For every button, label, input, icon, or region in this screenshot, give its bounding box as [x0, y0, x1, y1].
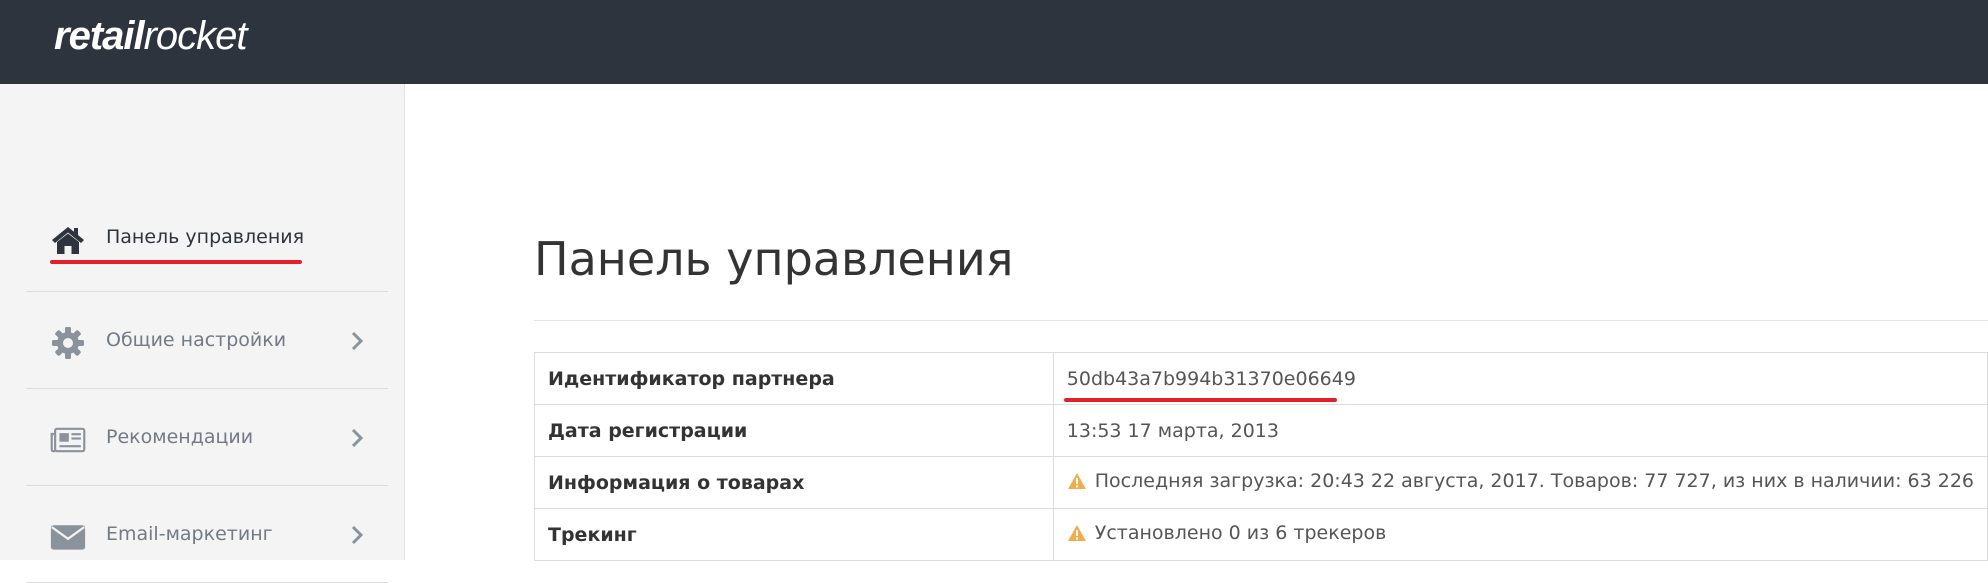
table-row: Дата регистрации 13:53 17 марта, 2013 — [534, 404, 1988, 457]
top-navbar: retailrocket — [0, 0, 1988, 84]
chevron-right-icon — [350, 525, 364, 545]
row-value-tracking: Установлено 0 из 6 трекеров — [1052, 508, 1988, 561]
row-value-registration-date: 13:53 17 марта, 2013 — [1052, 404, 1988, 457]
active-underline — [50, 260, 302, 264]
row-value-product-info: Последняя загрузка: 20:43 22 августа, 20… — [1052, 456, 1988, 509]
logo-text-light: rocket — [143, 14, 248, 58]
sidebar-item-dashboard[interactable]: Панель управления — [26, 196, 388, 292]
row-key-tracking: Трекинг — [534, 508, 1054, 561]
account-info-table: Идентификатор партнера 50db43a7b994b3137… — [534, 352, 1988, 561]
tracking-text: Установлено 0 из 6 трекеров — [1094, 522, 1387, 544]
sidebar-item-label: Рекомендации — [106, 426, 254, 448]
page-title: Панель управления — [534, 232, 1014, 286]
envelope-icon — [50, 521, 86, 553]
table-row: Информация о товарах Последняя загрузка:… — [534, 456, 1988, 509]
product-info-text: Последняя загрузка: 20:43 22 августа, 20… — [1094, 470, 1974, 492]
row-value-partner-id[interactable]: 50db43a7b994b31370e06649 — [1052, 352, 1988, 405]
sidebar-item-general-settings[interactable]: Общие настройки — [26, 293, 388, 389]
row-key-registration-date: Дата регистрации — [534, 404, 1054, 457]
partner-id-value[interactable]: 50db43a7b994b31370e06649 — [1063, 367, 1356, 402]
row-key-product-info: Информация о товарах — [534, 456, 1054, 509]
gear-icon — [50, 327, 86, 359]
home-icon — [50, 224, 86, 256]
table-row: Трекинг Установлено 0 из 6 трекеров — [534, 508, 1988, 561]
table-row: Идентификатор партнера 50db43a7b994b3137… — [534, 352, 1988, 405]
main-content: Панель управления Идентификатор партнера… — [406, 84, 1988, 561]
title-divider — [534, 320, 1988, 321]
sidebar-item-label: Панель управления — [106, 226, 305, 248]
sidebar-item-label: Общие настройки — [106, 329, 287, 351]
sidebar-item-email-marketing[interactable]: Email-маркетинг — [26, 487, 388, 583]
chevron-right-icon — [350, 428, 364, 448]
warning-icon — [1067, 524, 1087, 547]
row-key-partner-id: Идентификатор партнера — [534, 352, 1054, 405]
sidebar-item-recommendations[interactable]: Рекомендации — [26, 390, 388, 486]
warning-icon — [1067, 472, 1087, 495]
retailrocket-logo[interactable]: retailrocket — [54, 14, 248, 59]
partner-id-underline — [1063, 397, 1337, 402]
sidebar-item-label: Email-маркетинг — [106, 523, 273, 545]
sidebar: Панель управления Общие настройки Рекоме… — [0, 84, 405, 583]
newspaper-icon — [50, 424, 86, 456]
partner-id-text: 50db43a7b994b31370e06649 — [1066, 367, 1356, 390]
chevron-right-icon — [350, 331, 364, 351]
logo-text-bold: retail — [54, 14, 145, 58]
